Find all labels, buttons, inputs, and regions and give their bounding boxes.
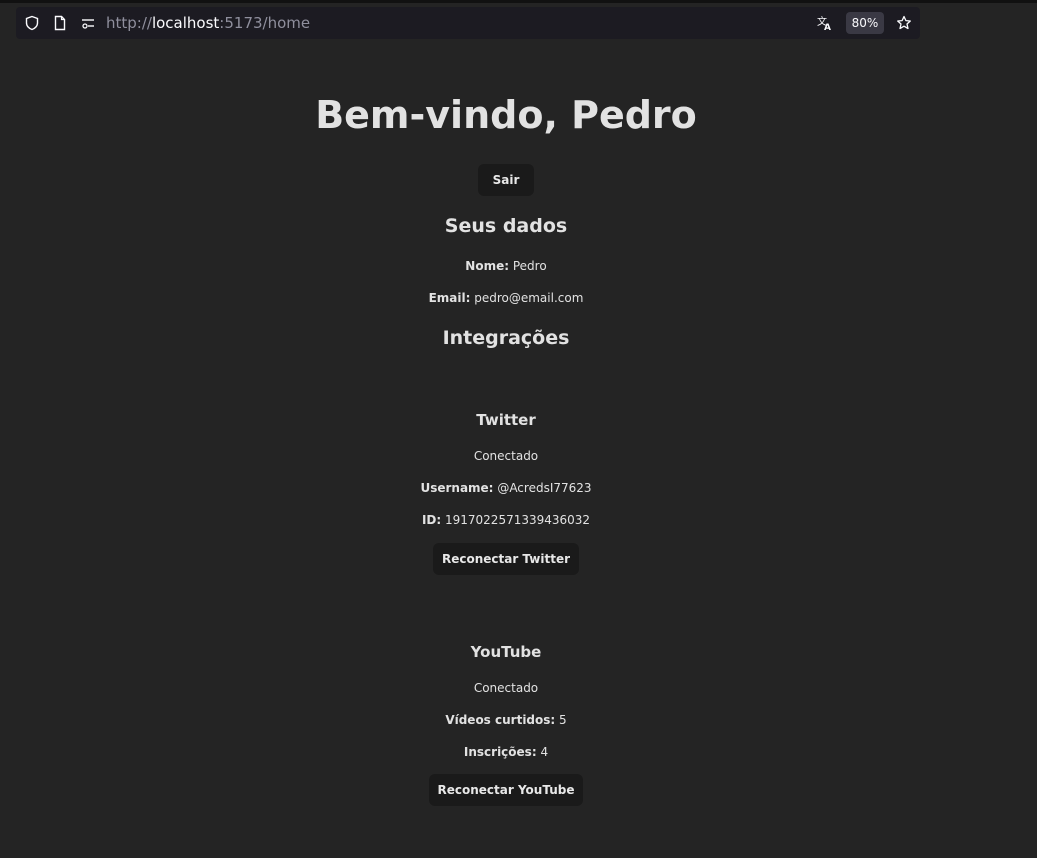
- reconnect-youtube-button[interactable]: Reconectar YouTube: [429, 774, 583, 806]
- url-path: :5173/home: [219, 14, 311, 32]
- reconnect-twitter-button[interactable]: Reconectar Twitter: [433, 543, 579, 575]
- twitter-id-row: ID: 1917022571339436032: [0, 512, 1012, 528]
- user-data-heading: Seus dados: [444, 215, 568, 237]
- url-bar[interactable]: http://localhost:5173/home 文A 80%: [16, 7, 920, 39]
- twitter-username-value: @AcredsI77623: [497, 481, 592, 495]
- name-label: Nome:: [465, 259, 510, 273]
- twitter-username-label: Username:: [420, 481, 494, 495]
- shield-icon[interactable]: [24, 15, 40, 31]
- twitter-title: Twitter: [476, 411, 536, 429]
- youtube-subs-row: Inscrições: 4: [0, 744, 1012, 760]
- email-value: pedro@email.com: [474, 291, 584, 305]
- browser-top-strip: [0, 0, 1037, 3]
- youtube-liked-row: Vídeos curtidos: 5: [0, 712, 1012, 728]
- zoom-level-badge[interactable]: 80%: [846, 12, 884, 34]
- twitter-status: Conectado: [473, 449, 539, 463]
- twitter-id-label: ID:: [421, 513, 442, 527]
- url-host: localhost: [151, 14, 220, 32]
- integrations-heading: Integrações: [442, 327, 570, 349]
- youtube-liked-value: 5: [559, 713, 567, 727]
- user-name-row: Nome: Pedro: [0, 258, 1012, 274]
- logout-button[interactable]: Sair: [478, 164, 534, 196]
- youtube-title: YouTube: [470, 643, 542, 661]
- star-icon[interactable]: [896, 15, 912, 31]
- url-text[interactable]: http://localhost:5173/home: [106, 14, 310, 32]
- youtube-liked-label: Vídeos curtidos:: [445, 713, 556, 727]
- permissions-icon[interactable]: [80, 15, 96, 31]
- email-label: Email:: [428, 291, 471, 305]
- youtube-subs-label: Inscrições:: [463, 745, 537, 759]
- twitter-username-row: Username: @AcredsI77623: [0, 480, 1012, 496]
- twitter-id-value: 1917022571339436032: [445, 513, 591, 527]
- page-icon[interactable]: [52, 15, 68, 31]
- url-scheme: http://: [106, 14, 152, 32]
- youtube-status: Conectado: [473, 681, 539, 695]
- user-email-row: Email: pedro@email.com: [0, 290, 1012, 306]
- page-title: Bem-vindo, Pedro: [315, 93, 697, 137]
- svg-text:A: A: [824, 23, 831, 31]
- name-value: Pedro: [512, 259, 547, 273]
- youtube-subs-value: 4: [540, 745, 549, 759]
- translate-icon[interactable]: 文A: [817, 15, 833, 31]
